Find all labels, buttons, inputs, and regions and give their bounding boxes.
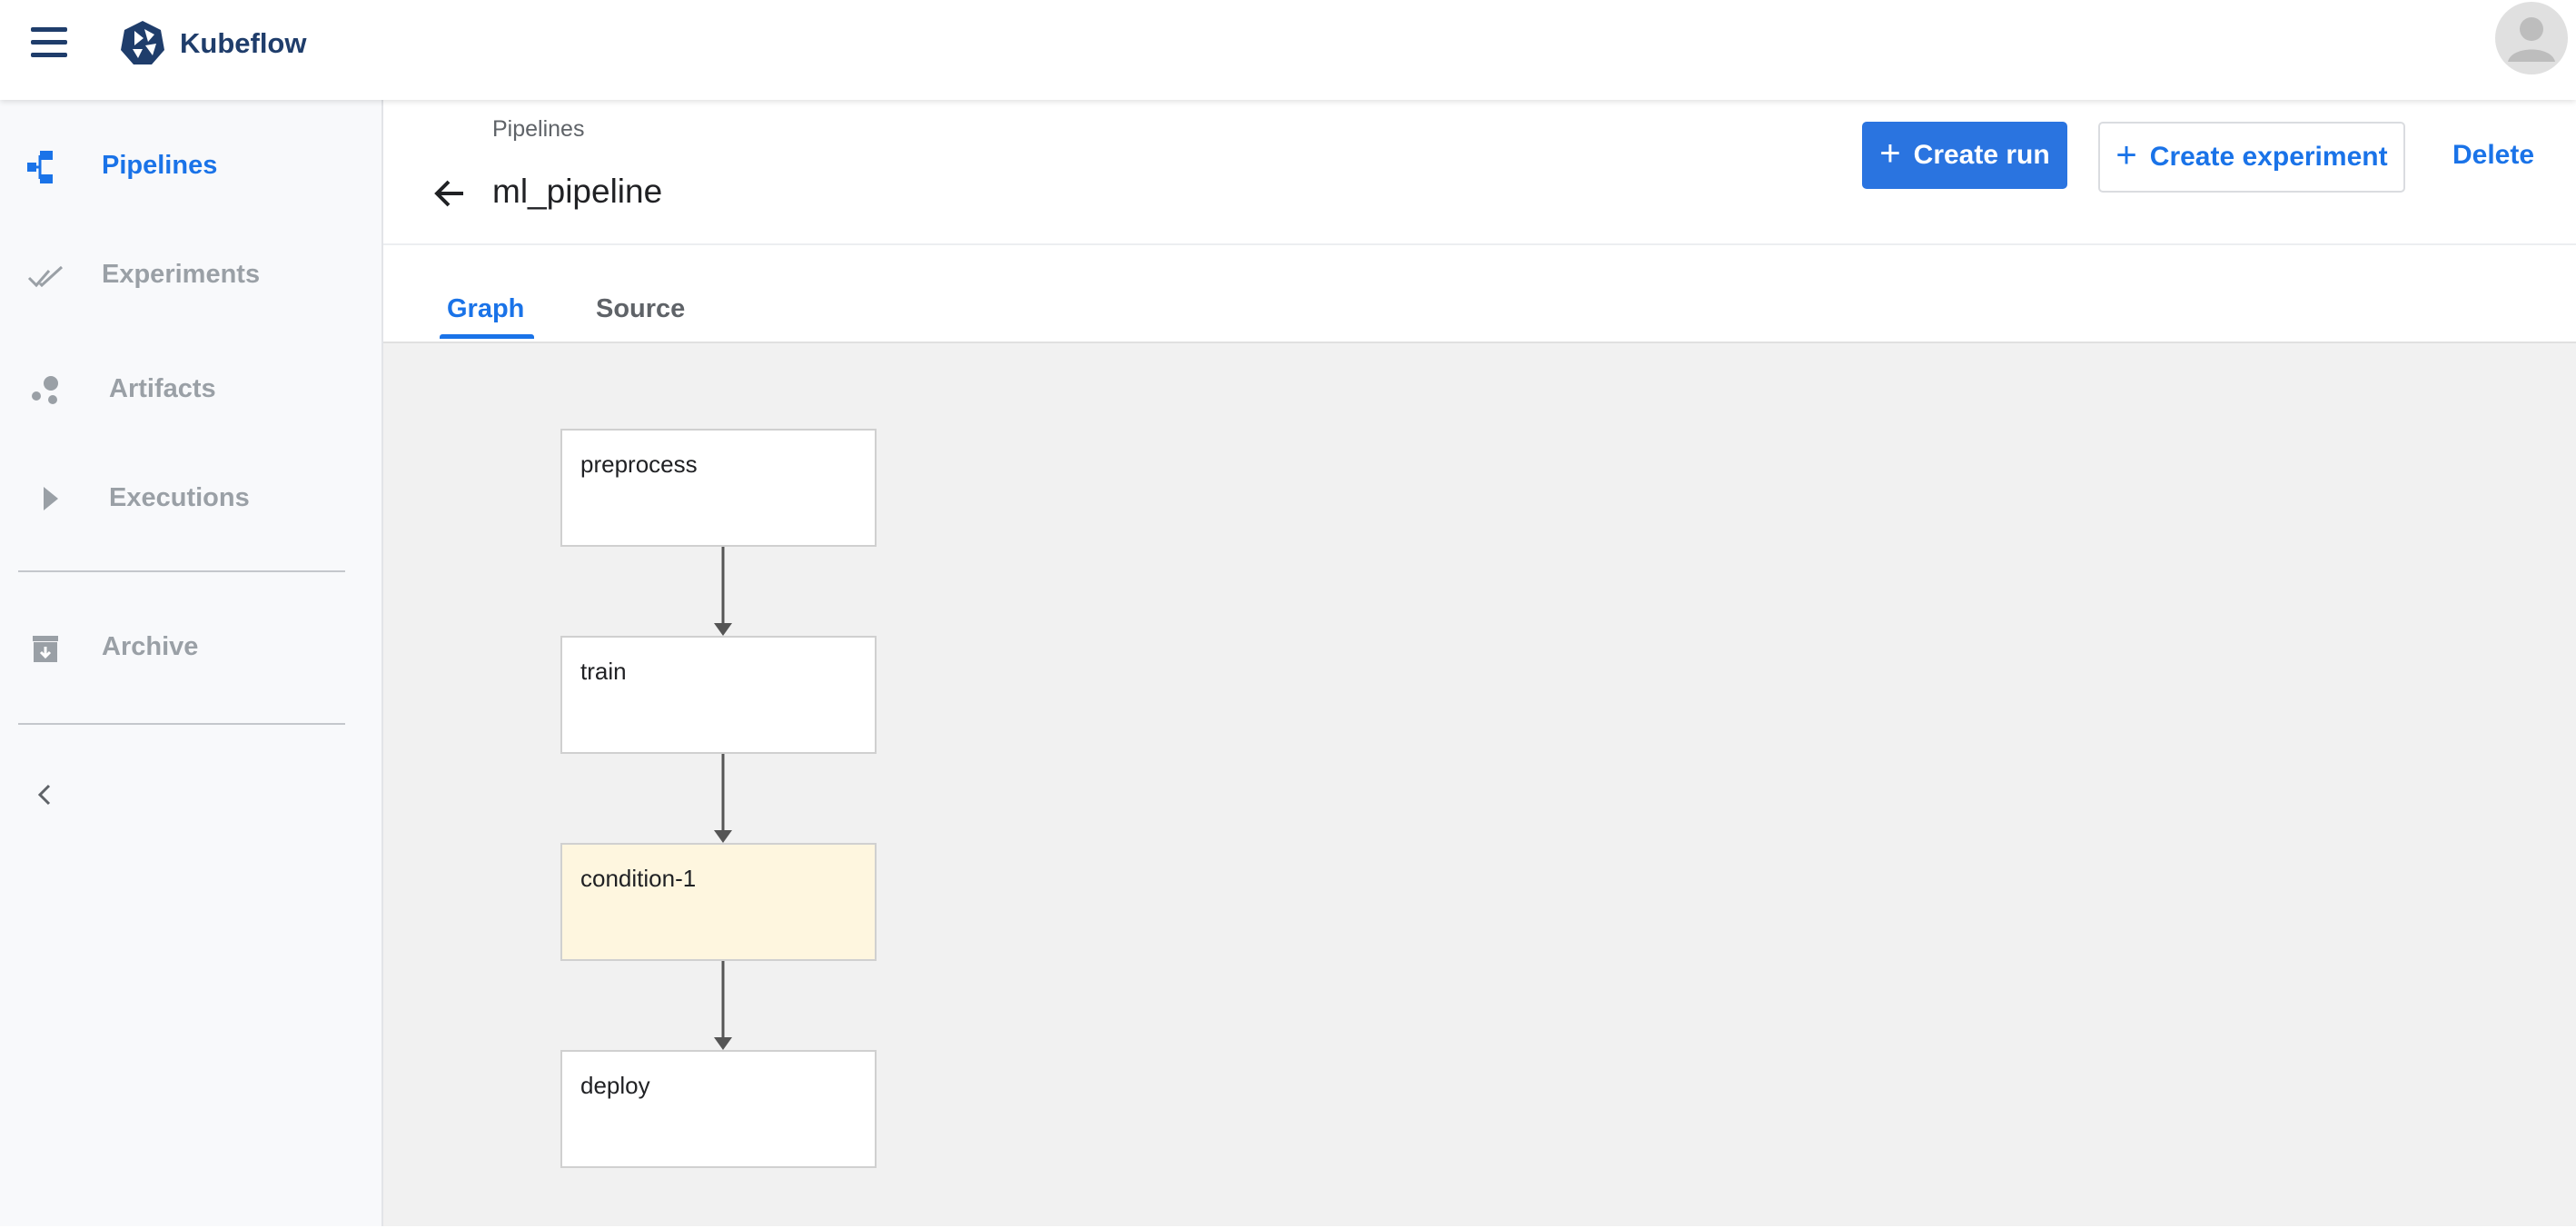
top-bar: Kubeflow xyxy=(0,0,2576,100)
node-label: train xyxy=(580,658,627,685)
sidebar-item-label: Experiments xyxy=(102,260,261,289)
delete-button[interactable]: Delete xyxy=(2452,140,2534,171)
node-label: preprocess xyxy=(580,451,698,478)
create-run-button[interactable]: + Create run xyxy=(1862,122,2067,189)
sidebar: Pipelines Experiments Artifacts Executio… xyxy=(0,100,383,1226)
account-avatar-icon[interactable] xyxy=(2495,2,2568,74)
node-label: condition-1 xyxy=(580,865,697,892)
plus-icon: + xyxy=(1879,134,1901,173)
sidebar-item-artifacts[interactable]: Artifacts xyxy=(0,354,381,427)
sidebar-item-label: Executions xyxy=(109,483,250,512)
create-run-label: Create run xyxy=(1913,140,2050,170)
sidebar-item-label: Artifacts xyxy=(109,374,216,403)
tab-source[interactable]: Source xyxy=(596,294,685,324)
active-tab-indicator xyxy=(440,334,534,339)
sidebar-divider xyxy=(18,570,345,572)
archive-icon xyxy=(33,636,58,662)
sidebar-item-executions[interactable]: Executions xyxy=(0,463,381,536)
tab-graph[interactable]: Graph xyxy=(447,294,524,324)
graph-node-train[interactable]: train xyxy=(560,636,877,754)
sidebar-item-label: Archive xyxy=(102,632,199,661)
experiments-icon xyxy=(27,265,64,288)
create-experiment-button[interactable]: + Create experiment xyxy=(2098,122,2405,193)
hamburger-menu-icon[interactable] xyxy=(27,25,73,62)
sidebar-item-archive[interactable]: Archive xyxy=(0,612,381,685)
artifacts-icon xyxy=(32,376,58,404)
arrowhead-icon xyxy=(714,623,732,636)
sidebar-item-experiments[interactable]: Experiments xyxy=(0,240,381,312)
create-experiment-label: Create experiment xyxy=(2149,142,2388,172)
graph-canvas: preprocess train condition-1 deploy xyxy=(383,342,2576,1226)
sidebar-divider xyxy=(18,723,345,725)
sidebar-item-label: Pipelines xyxy=(102,151,218,180)
back-arrow-icon[interactable] xyxy=(429,173,471,214)
breadcrumb[interactable]: Pipelines xyxy=(492,116,584,143)
main-content: Pipelines ml_pipeline + Create run + Cre… xyxy=(383,100,2576,1226)
pipelines-icon xyxy=(27,151,53,183)
executions-icon xyxy=(44,487,58,510)
kubeflow-logo-icon xyxy=(121,21,164,64)
graph-node-deploy[interactable]: deploy xyxy=(560,1050,877,1168)
arrowhead-icon xyxy=(714,830,732,843)
chevron-left-icon[interactable] xyxy=(27,777,64,813)
graph-node-preprocess[interactable]: preprocess xyxy=(560,429,877,547)
node-label: deploy xyxy=(580,1072,650,1099)
sidebar-item-pipelines[interactable]: Pipelines xyxy=(0,131,381,203)
arrowhead-icon xyxy=(714,1037,732,1050)
graph-node-condition[interactable]: condition-1 xyxy=(560,843,877,961)
brand-name: Kubeflow xyxy=(180,27,307,59)
header-divider xyxy=(383,243,2576,245)
plus-icon: + xyxy=(2115,135,2137,175)
page-title: ml_pipeline xyxy=(492,173,663,210)
